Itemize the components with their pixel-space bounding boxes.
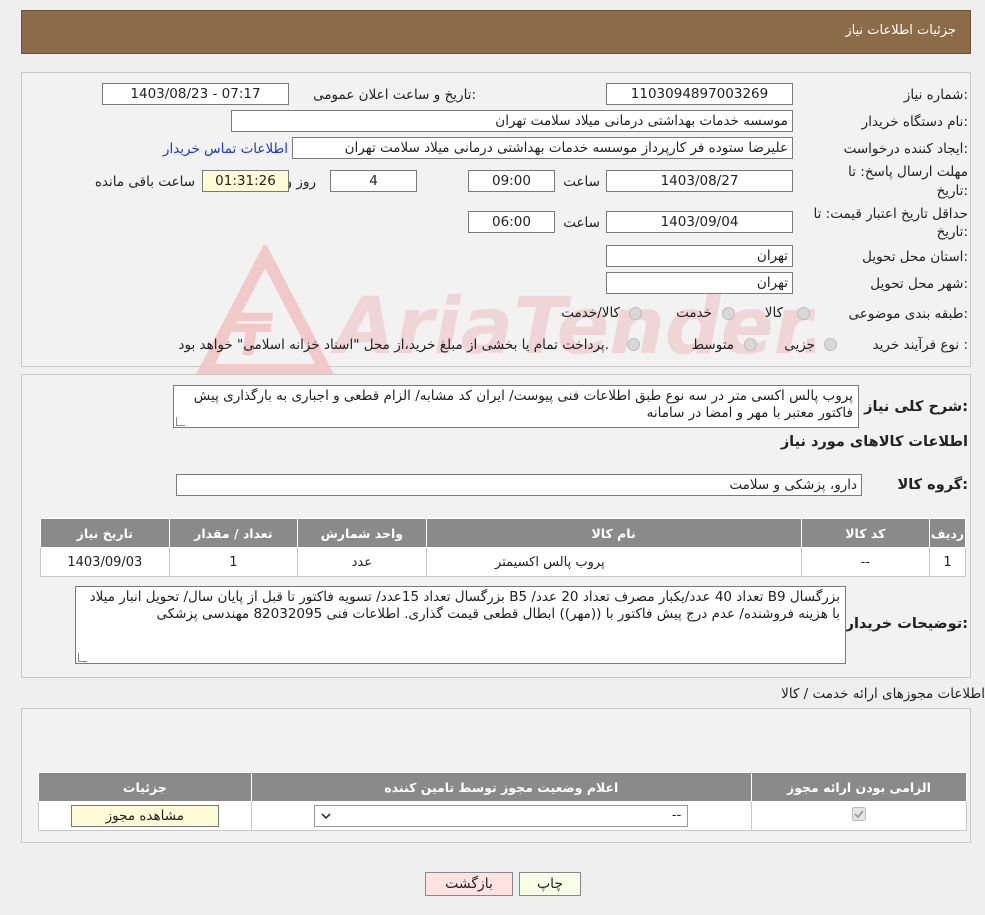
process-label: نوع فرآیند خرید : — [872, 337, 968, 353]
validity-time-field: 06:00 — [468, 211, 555, 233]
page-title: جزئیات اطلاعات نیاز — [845, 23, 956, 38]
goods-info-title: اطلاعات کالاهای مورد نیاز — [780, 434, 968, 450]
buyer-contact-link[interactable]: اطلاعات تماس خریدار — [163, 141, 288, 157]
goods-table: تاریخ نیاز تعداد / مقدار واحد شمارش نام … — [40, 518, 967, 577]
print-button[interactable]: چاپ — [519, 872, 581, 896]
col-goods-name: نام کالا — [425, 518, 802, 548]
cell-goods-name: پروب پالس اکسیمتر — [425, 547, 802, 577]
category-radio-service[interactable] — [722, 307, 735, 320]
col-permit-required: الزامی بودن ارائه مجوز — [750, 772, 968, 802]
category-option-service: خدمت — [676, 305, 712, 321]
validity-label: حداقل تاریخ اعتبار قیمت: تا — [813, 206, 968, 222]
back-button[interactable]: بازگشت — [425, 872, 513, 896]
remaining-time-field: 01:31:26 — [202, 170, 289, 192]
goods-group-field: دارو، پزشکی و سلامت — [176, 474, 862, 496]
cell-unit: عدد — [297, 547, 427, 577]
process-checkbox-treasury[interactable] — [627, 338, 640, 351]
page-header: جزئیات اطلاعات نیاز — [21, 10, 971, 54]
buyer-notes-textarea[interactable]: بزرگسال B9 تعداد 40 عدد/یکبار مصرف تعداد… — [75, 586, 846, 664]
process-option-small: جزیی — [784, 337, 815, 353]
col-details: جزئیات — [38, 772, 252, 802]
goods-group-label: گروه کالا: — [897, 477, 968, 493]
category-option-goods: کالا — [764, 305, 783, 321]
permits-title: اطلاعات مجوزهای ارائه خدمت / کالا — [781, 686, 985, 702]
required-checkbox-icon — [851, 807, 866, 821]
category-radio-goods[interactable] — [797, 307, 810, 320]
col-need-date: تاریخ نیاز — [40, 518, 170, 548]
need-number-field: 1103094897003269 — [606, 83, 793, 105]
province-label: استان محل تحویل: — [862, 249, 968, 265]
col-row: ردیف — [928, 518, 967, 548]
cell-permit-required — [750, 801, 968, 831]
buyer-notes-label: توضیحات خریدار: — [845, 616, 968, 632]
city-label: شهر محل تحویل: — [870, 276, 968, 292]
permits-table-header: جزئیات اعلام وضعیت مجوز توسط تامین کننده… — [38, 772, 968, 802]
need-number-label: شماره نیاز: — [903, 87, 968, 103]
buyer-label: نام دستگاه خریدار: — [861, 114, 968, 130]
days-field: 4 — [330, 170, 417, 192]
permits-table: جزئیات اعلام وضعیت مجوز توسط تامین کننده… — [38, 772, 968, 831]
cell-permit-status: -- — [250, 801, 752, 831]
deadline-time-field: 09:00 — [468, 170, 555, 192]
goods-table-header: تاریخ نیاز تعداد / مقدار واحد شمارش نام … — [40, 518, 967, 548]
remaining-label: ساعت باقی مانده — [94, 174, 195, 190]
creator-label: ایجاد کننده درخواست: — [843, 141, 968, 157]
resize-handle-icon[interactable] — [176, 417, 185, 426]
permit-status-select[interactable]: -- — [314, 805, 689, 827]
cell-row: 1 — [928, 547, 967, 577]
summary-label: شرح کلی نیاز: — [864, 399, 968, 415]
deadline-label-2: تاریخ: — [936, 183, 968, 199]
cell-goods-code: -- — [800, 547, 930, 577]
process-radio-medium[interactable] — [744, 338, 757, 351]
table-row: مشاهده مجوز -- — [38, 801, 968, 831]
table-row[interactable]: 1403/09/03 1 عدد پروب پالس اکسیمتر -- 1 — [40, 547, 967, 577]
category-label: طبقه بندی موضوعی: — [848, 306, 968, 322]
deadline-label: مهلت ارسال پاسخ: تا — [848, 164, 968, 180]
view-permit-button[interactable]: مشاهده مجوز — [70, 805, 219, 827]
buyer-field: موسسه خدمات بهداشتی درمانی میلاد سلامت ت… — [231, 110, 793, 132]
province-field: تهران — [606, 245, 793, 267]
announce-field: 1403/08/23 - 07:17 — [102, 83, 289, 105]
announce-label: تاریخ و ساعت اعلان عمومی: — [313, 87, 476, 103]
col-unit: واحد شمارش — [297, 518, 427, 548]
city-field: تهران — [606, 272, 793, 294]
process-note: پرداخت تمام یا بخشی از مبلغ خرید،از محل … — [178, 337, 609, 353]
col-permit-status: اعلام وضعیت مجوز توسط تامین کننده — [250, 772, 752, 802]
summary-text: پروب پالس اکسی متر در سه نوع طبق اطلاعات… — [193, 388, 853, 421]
validity-label-2: تاریخ: — [936, 224, 968, 240]
creator-field: علیرضا ستوده فر کارپرداز موسسه خدمات بهد… — [292, 137, 793, 159]
category-option-both: کالا/خدمت — [561, 305, 620, 321]
col-goods-code: کد کالا — [800, 518, 930, 548]
days-label: روز و — [285, 174, 316, 190]
category-radio-both[interactable] — [629, 307, 642, 320]
chevron-down-icon — [321, 813, 331, 820]
cell-quantity: 1 — [168, 547, 299, 577]
process-option-medium: متوسط — [691, 337, 734, 353]
col-quantity: تعداد / مقدار — [168, 518, 299, 548]
validity-date-field: 1403/09/04 — [606, 211, 793, 233]
deadline-time-label: ساعت — [563, 174, 600, 190]
summary-textarea[interactable]: پروب پالس اکسی متر در سه نوع طبق اطلاعات… — [173, 385, 859, 428]
permit-status-value: -- — [671, 808, 682, 823]
cell-details: مشاهده مجوز — [38, 801, 252, 831]
process-radio-small[interactable] — [824, 338, 837, 351]
deadline-date-field: 1403/08/27 — [606, 170, 793, 192]
resize-handle-icon[interactable] — [78, 653, 87, 662]
buyer-notes-text: بزرگسال B9 تعداد 40 عدد/یکبار مصرف تعداد… — [89, 589, 840, 622]
cell-need-date: 1403/09/03 — [40, 547, 170, 577]
validity-time-label: ساعت — [563, 215, 600, 231]
